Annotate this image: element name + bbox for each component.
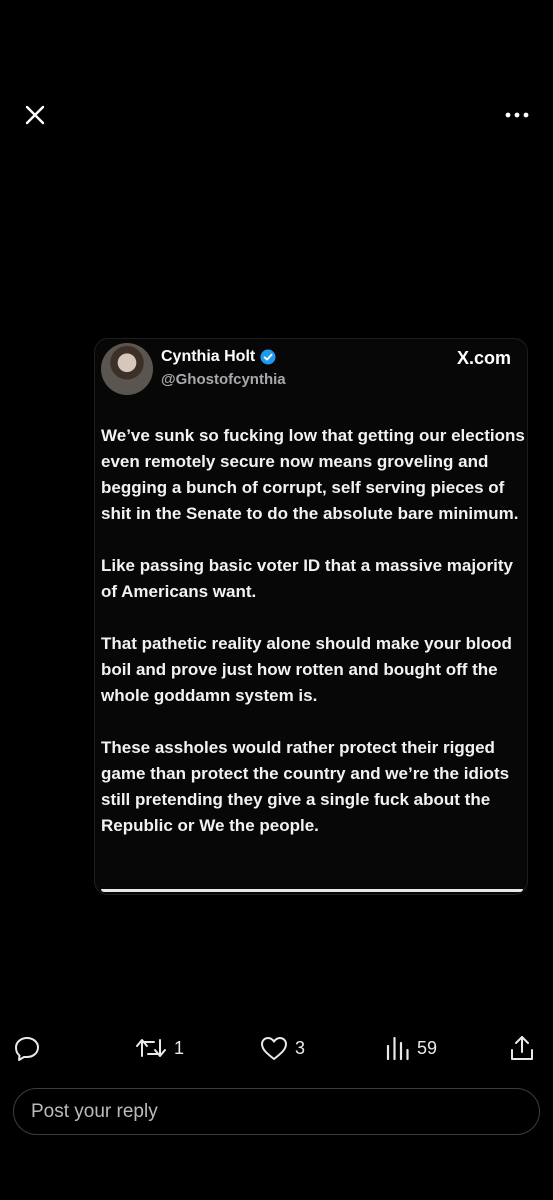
post-paragraph: Like passing basic voter ID that a massi… <box>101 556 513 601</box>
reply-button[interactable] <box>13 1028 47 1068</box>
post-paragraph: These assholes would rather protect thei… <box>101 738 510 835</box>
repost-count: 1 <box>174 1037 185 1058</box>
like-count: 3 <box>295 1037 306 1058</box>
author-name: Cynthia Holt <box>161 348 256 365</box>
reply-placeholder: Post your reply <box>31 1100 158 1122</box>
reply-input[interactable]: Post your reply <box>13 1088 540 1135</box>
author-name-row: Cynthia Holt <box>161 348 276 366</box>
embedded-post-image[interactable]: Cynthia Holt @Ghostofcynthia X.com We’ve… <box>94 338 528 895</box>
share-button[interactable] <box>508 1028 536 1068</box>
repost-button[interactable]: 1 <box>134 1028 184 1068</box>
more-options-button[interactable] <box>496 94 538 136</box>
action-bar: 1 3 59 <box>0 1028 553 1068</box>
close-button[interactable] <box>14 94 56 136</box>
author-handle: @Ghostofcynthia <box>161 371 286 388</box>
author-avatar <box>101 343 153 395</box>
more-options-icon <box>505 112 529 118</box>
close-icon <box>25 105 45 125</box>
view-count: 59 <box>417 1037 438 1058</box>
verified-badge-icon <box>260 349 276 365</box>
post-paragraph: We’ve sunk so fucking low that getting o… <box>101 426 525 523</box>
image-bottom-edge <box>101 889 523 892</box>
views-button[interactable]: 59 <box>385 1028 437 1068</box>
share-icon <box>511 1036 533 1060</box>
like-button[interactable]: 3 <box>259 1028 305 1068</box>
repost-icon <box>136 1039 166 1057</box>
heart-icon <box>261 1037 287 1060</box>
site-label: X.com <box>456 348 511 368</box>
post-body: We’ve sunk so fucking low that getting o… <box>101 423 525 865</box>
post-paragraph: That pathetic reality alone should make … <box>101 634 512 705</box>
reply-icon <box>15 1037 39 1061</box>
analytics-icon <box>386 1036 409 1061</box>
